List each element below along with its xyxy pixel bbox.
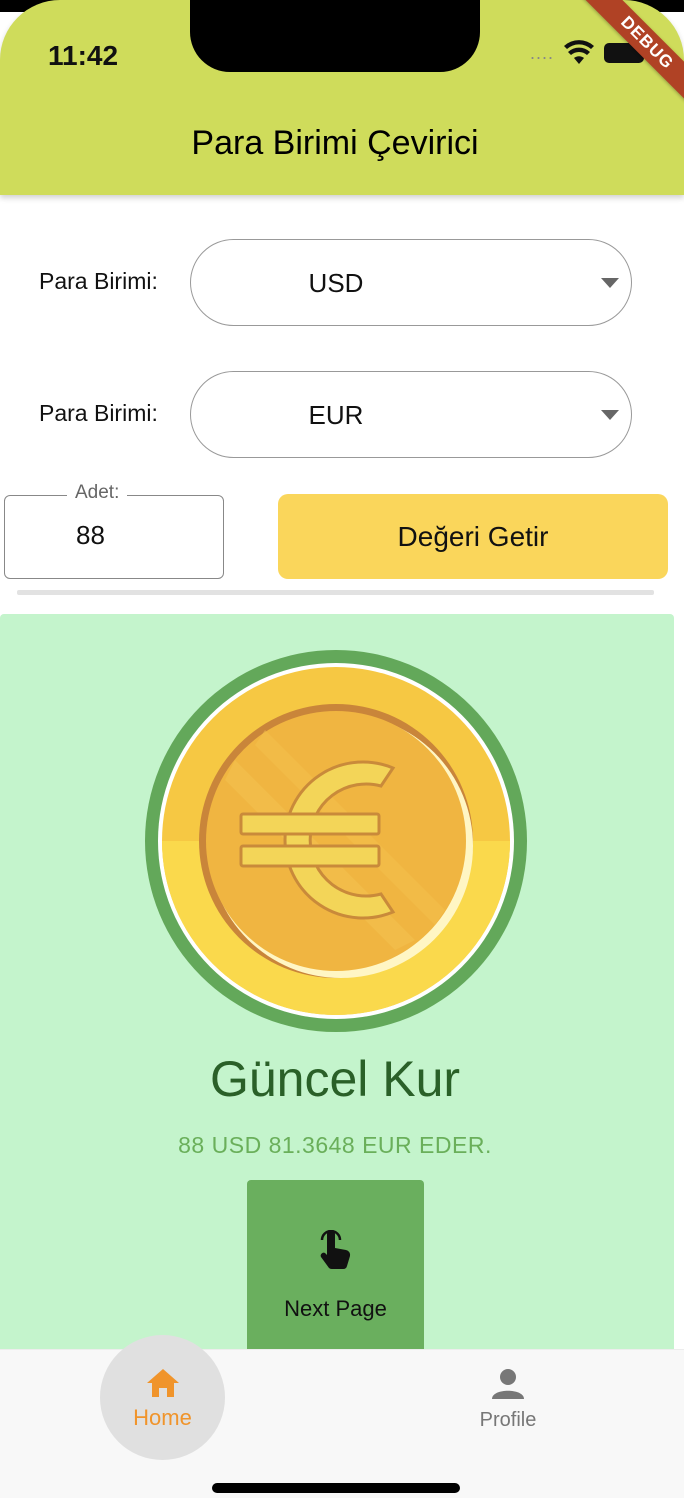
from-currency-dropdown[interactable]: USD [190,239,632,326]
device-notch [190,0,480,72]
person-icon[interactable] [492,1368,524,1400]
touch-hand-icon [320,1230,351,1270]
next-page-button[interactable]: Next Page [247,1180,424,1360]
home-indicator [212,1483,460,1493]
result-text: 88 USD 81.3648 EUR EDER. [178,1132,492,1158]
app-screen: 11:42 .... DEBUG Para Birimi Çevirici Pa… [0,0,684,1498]
signal-icon: .... [529,42,554,63]
to-currency-label: Para Birimi: [39,400,158,426]
to-currency-dropdown[interactable]: EUR [190,371,632,458]
home-icon[interactable] [145,1367,181,1399]
next-page-label: Next Page [284,1296,387,1321]
euro-coin-icon [145,650,527,1032]
divider [17,590,654,595]
page-title: Para Birimi Çevirici [191,124,479,162]
fetch-rate-button[interactable]: Değeri Getir [278,494,668,579]
amount-value: 88 [76,520,105,550]
wifi-icon [564,40,594,64]
result-title: Güncel Kur [209,1051,461,1107]
nav-label-profile[interactable]: Profile [458,1409,558,1432]
from-currency-label: Para Birimi: [39,268,158,294]
amount-field[interactable]: Adet: 88 [4,482,224,579]
dropdown-arrow-icon [601,278,619,288]
dropdown-arrow-icon [601,410,619,420]
status-time: 11:42 [48,40,119,71]
to-currency-value: EUR [308,400,364,430]
amount-label: Adet: [67,482,128,504]
from-currency-value: USD [308,268,364,298]
status-icons: .... [529,40,648,66]
nav-label-home[interactable]: Home [100,1405,225,1431]
